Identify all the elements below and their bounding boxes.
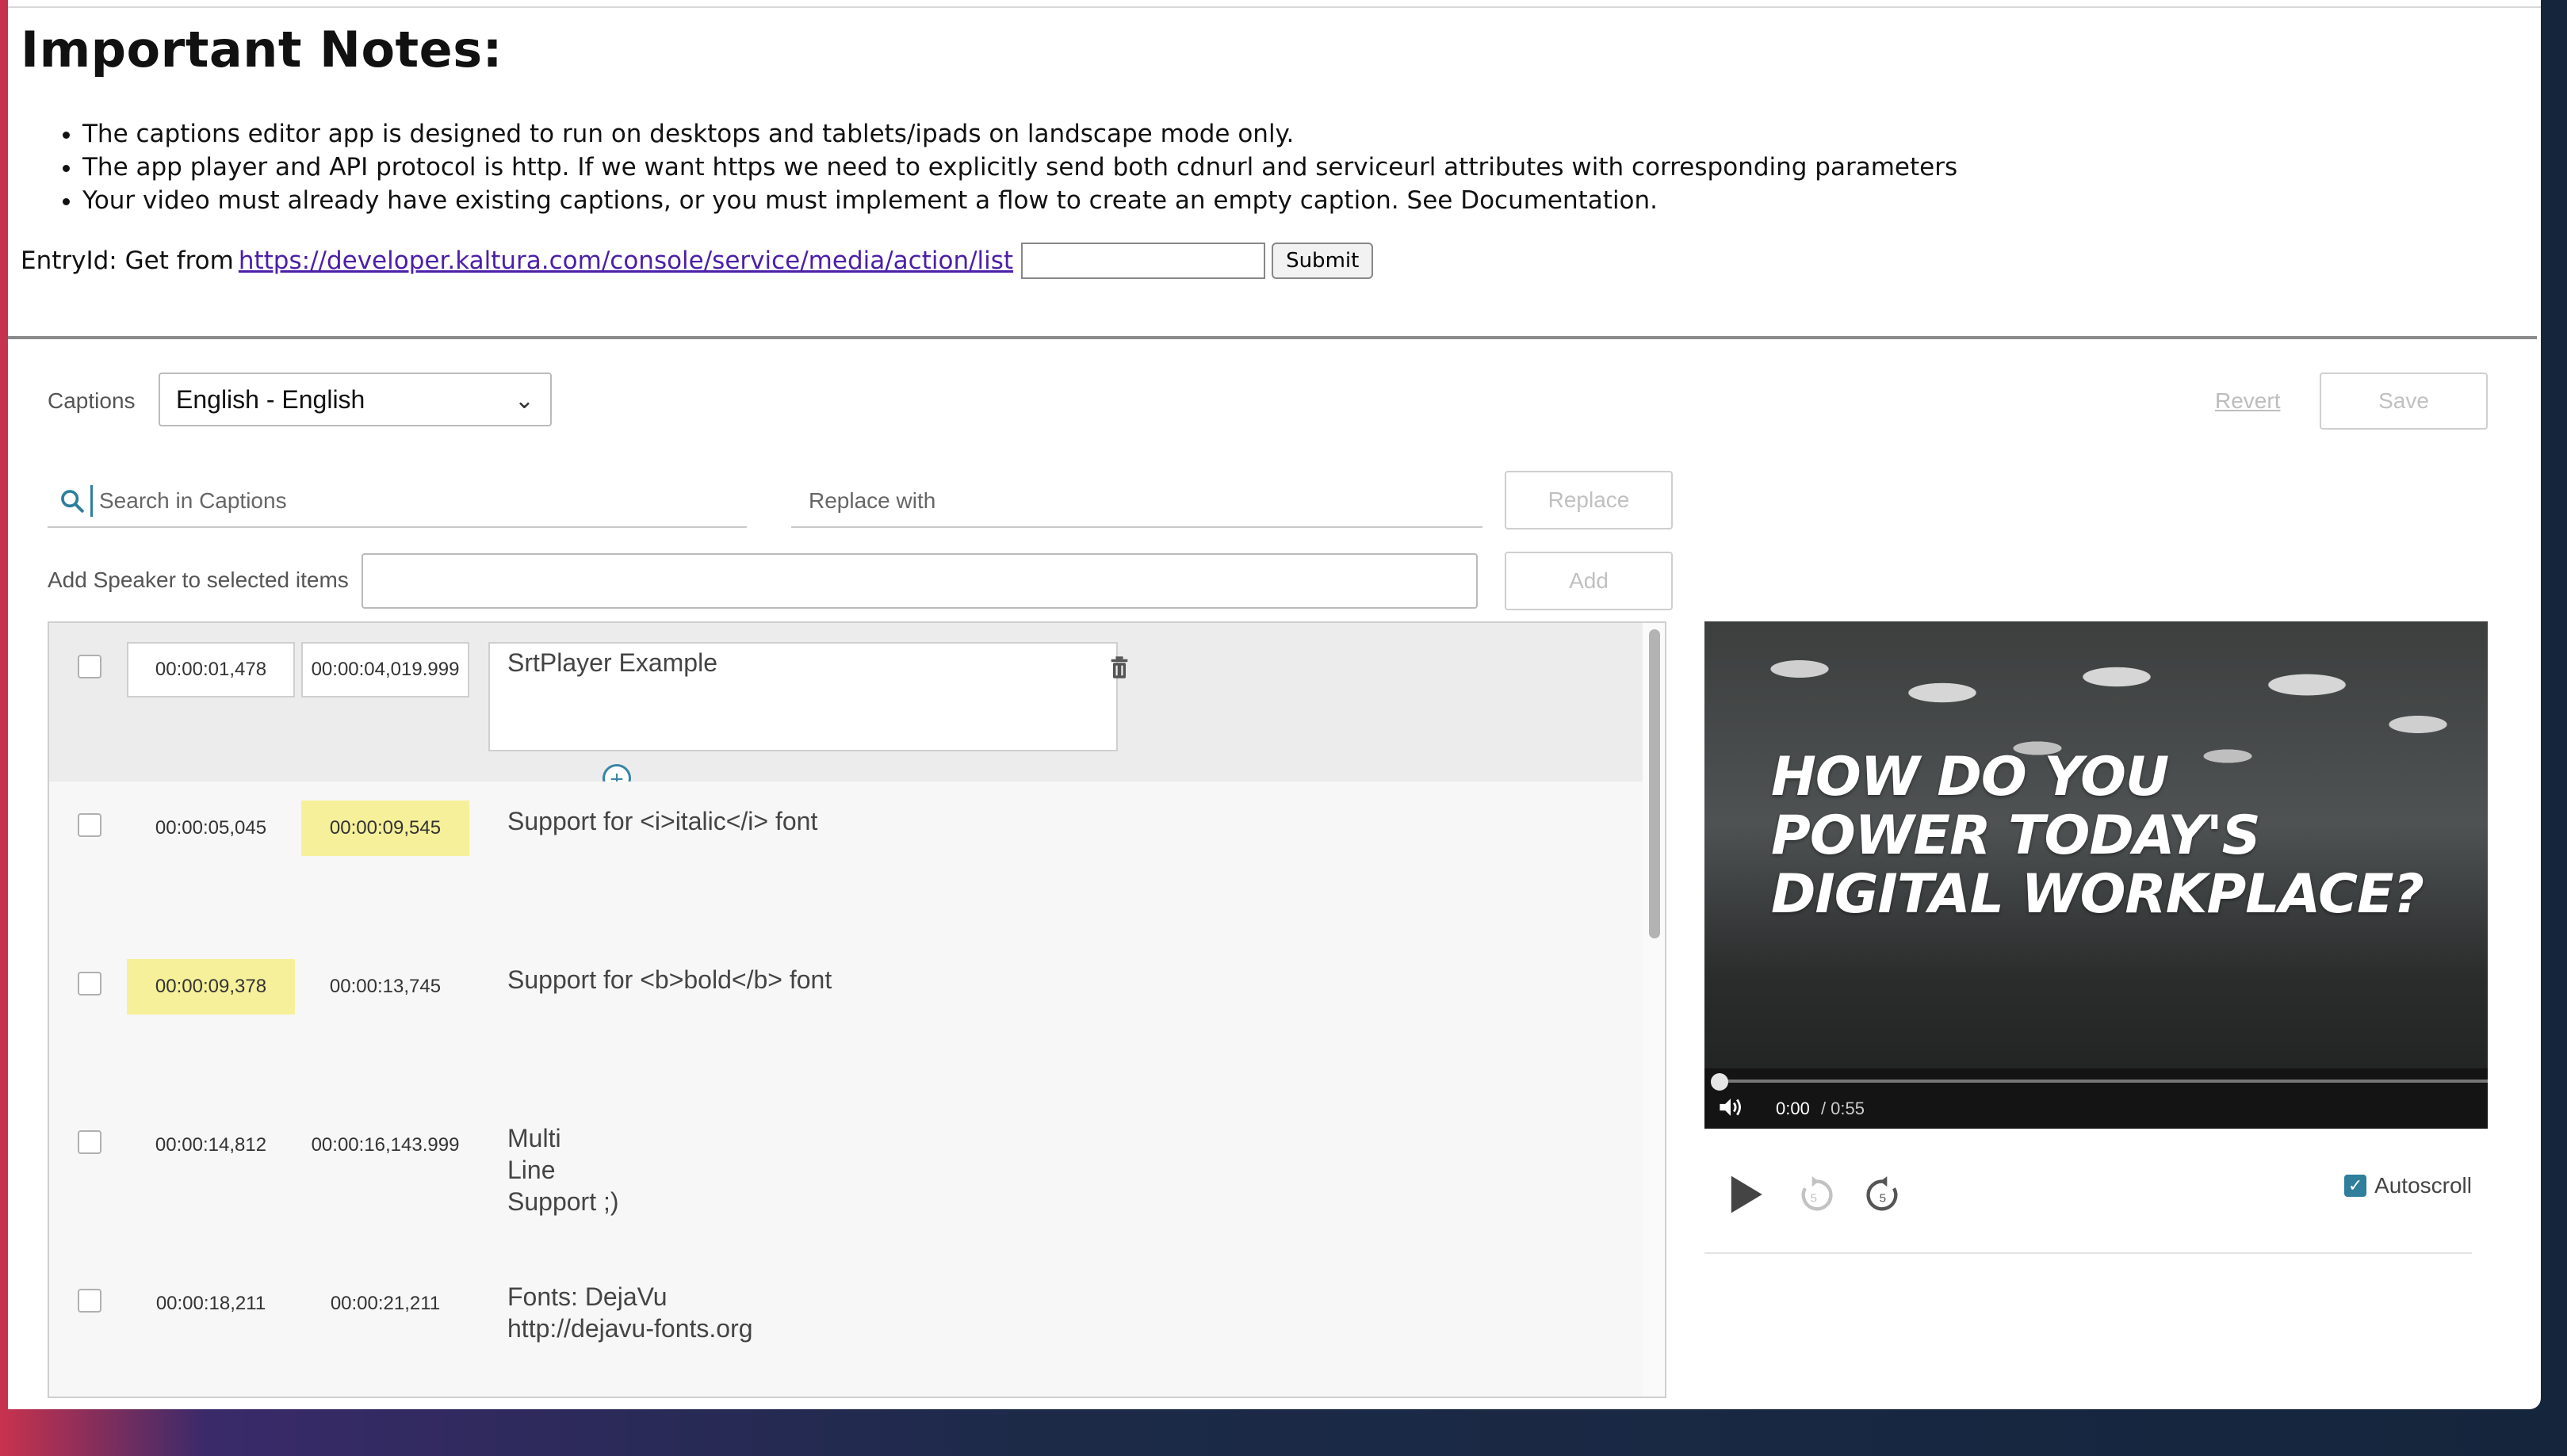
caption-row[interactable]: 00:00:14,812 00:00:16,143.999 Multi Line… <box>49 1099 1643 1259</box>
caption-line: http://dejavu-fonts.org <box>507 1314 753 1343</box>
current-time: 0:00 <box>1776 1099 1810 1118</box>
section-divider <box>8 336 2537 339</box>
replace-placeholder: Replace with <box>809 488 936 513</box>
row-checkbox[interactable] <box>78 655 101 678</box>
player-control-bar: 0:00 / 0:55 <box>1704 1068 2488 1129</box>
captions-list: 00:00:01,478 00:00:04,019.999 SrtPlayer … <box>48 621 1666 1398</box>
end-time[interactable]: 00:00:16,143.999 <box>301 1118 469 1173</box>
language-selected-value: English - English <box>176 384 365 414</box>
language-select[interactable]: English - English ⌄ <box>159 373 552 426</box>
progress-knob[interactable] <box>1711 1073 1728 1091</box>
rewind-5-icon[interactable]: 5 <box>1795 1173 1836 1217</box>
entry-id-link[interactable]: https://developer.kaltura.com/console/se… <box>239 246 1013 275</box>
caption-row[interactable]: 00:00:05,045 00:00:09,545 Support for <i… <box>49 782 1643 942</box>
svg-text:5: 5 <box>1811 1192 1817 1206</box>
video-overlay-text: HOW DO YOU POWER TODAY'S DIGITAL WORKPLA… <box>1771 748 2424 924</box>
add-speaker-button[interactable]: Add <box>1505 552 1673 610</box>
forward-5-icon[interactable]: 5 <box>1863 1173 1904 1217</box>
revert-link[interactable]: Revert <box>2215 388 2280 414</box>
svg-text:5: 5 <box>1880 1192 1886 1206</box>
caption-text[interactable]: Support for <i>italic</i> font <box>507 805 817 837</box>
search-icon <box>61 490 84 513</box>
caption-line: Line <box>507 1156 556 1184</box>
caption-row[interactable]: 00:00:09,378 00:00:13,745 Support for <b… <box>49 940 1643 1100</box>
note-item: Your video must already have existing ca… <box>82 184 1957 217</box>
end-time[interactable]: 00:00:13,745 <box>301 959 469 1015</box>
row-checkbox[interactable] <box>78 1289 101 1313</box>
end-time[interactable]: 00:00:04,019.999 <box>301 642 469 697</box>
chevron-down-icon: ⌄ <box>514 388 534 414</box>
caption-line: Support ;) <box>507 1187 619 1216</box>
caption-row[interactable]: 00:00:01,478 00:00:04,019.999 SrtPlayer … <box>49 623 1643 793</box>
page: Important Notes: The captions editor app… <box>8 0 2541 1409</box>
trash-icon[interactable] <box>1108 655 1130 680</box>
note-item: The captions editor app is designed to r… <box>82 117 1957 151</box>
video-player[interactable]: HOW DO YOU POWER TODAY'S DIGITAL WORKPLA… <box>1704 621 2488 1129</box>
time-display: 0:00 / 0:55 <box>1776 1099 1865 1119</box>
captions-label: Captions <box>48 388 136 413</box>
caption-text: SrtPlayer Example <box>507 648 717 677</box>
progress-bar[interactable] <box>1712 1080 2488 1083</box>
start-time[interactable]: 00:00:14,812 <box>127 1118 295 1173</box>
volume-icon[interactable] <box>1717 1095 1744 1119</box>
caption-text[interactable]: Fonts: DejaVu http://dejavu-fonts.org <box>507 1281 753 1344</box>
end-time[interactable]: 00:00:09,545 <box>301 801 469 856</box>
search-field[interactable]: Search in Captions <box>48 476 747 528</box>
row-checkbox[interactable] <box>78 972 101 996</box>
entry-id-label: EntryId: Get from <box>21 246 234 275</box>
replace-button[interactable]: Replace <box>1505 471 1673 529</box>
entry-id-input[interactable] <box>1021 243 1266 279</box>
start-time[interactable]: 00:00:05,045 <box>127 801 295 856</box>
caption-text[interactable]: Multi Line Support ;) <box>507 1122 619 1217</box>
overlay-line: POWER TODAY'S <box>1771 804 2261 867</box>
top-border <box>8 6 2541 8</box>
autoscroll-toggle[interactable]: ✓ Autoscroll <box>2344 1173 2472 1198</box>
speaker-label: Add Speaker to selected items <box>48 567 349 592</box>
save-button[interactable]: Save <box>2320 373 2488 430</box>
speaker-input[interactable] <box>362 553 1478 609</box>
replace-field[interactable]: Replace with <box>791 476 1482 528</box>
list-scrollbar[interactable] <box>1649 629 1660 938</box>
duration: / 0:55 <box>1820 1099 1865 1118</box>
caption-line: Fonts: DejaVu <box>507 1282 668 1311</box>
start-time[interactable]: 00:00:01,478 <box>127 642 295 697</box>
note-item: The app player and API protocol is http.… <box>82 151 1957 184</box>
submit-button[interactable]: Submit <box>1272 243 1374 279</box>
start-time[interactable]: 00:00:09,378 <box>127 959 295 1015</box>
end-time[interactable]: 00:00:21,211 <box>301 1276 469 1332</box>
caption-text[interactable]: Support for <b>bold</b> font <box>507 964 832 996</box>
overlay-line: HOW DO YOU <box>1771 746 2169 808</box>
notes-list: The captions editor app is designed to r… <box>38 117 1957 217</box>
start-time[interactable]: 00:00:18,211 <box>127 1276 295 1332</box>
row-checkbox[interactable] <box>78 813 101 837</box>
overlay-line: DIGITAL WORKPLACE? <box>1771 863 2424 926</box>
page-title: Important Notes: <box>21 21 503 78</box>
search-placeholder: Search in Captions <box>99 488 287 513</box>
caption-line: Multi <box>507 1124 561 1152</box>
autoscroll-label: Autoscroll <box>2374 1173 2472 1198</box>
play-icon[interactable] <box>1725 1171 1766 1217</box>
row-checkbox[interactable] <box>78 1130 101 1154</box>
playback-controls: 5 5 ✓ Autoscroll <box>1704 1157 2472 1254</box>
caption-row[interactable]: 00:00:18,211 00:00:21,211 Fonts: DejaVu … <box>49 1257 1643 1397</box>
entry-id-form: EntryId: Get from https://developer.kalt… <box>21 243 1374 279</box>
autoscroll-checkbox[interactable]: ✓ <box>2344 1175 2367 1197</box>
text-cursor <box>90 485 93 517</box>
